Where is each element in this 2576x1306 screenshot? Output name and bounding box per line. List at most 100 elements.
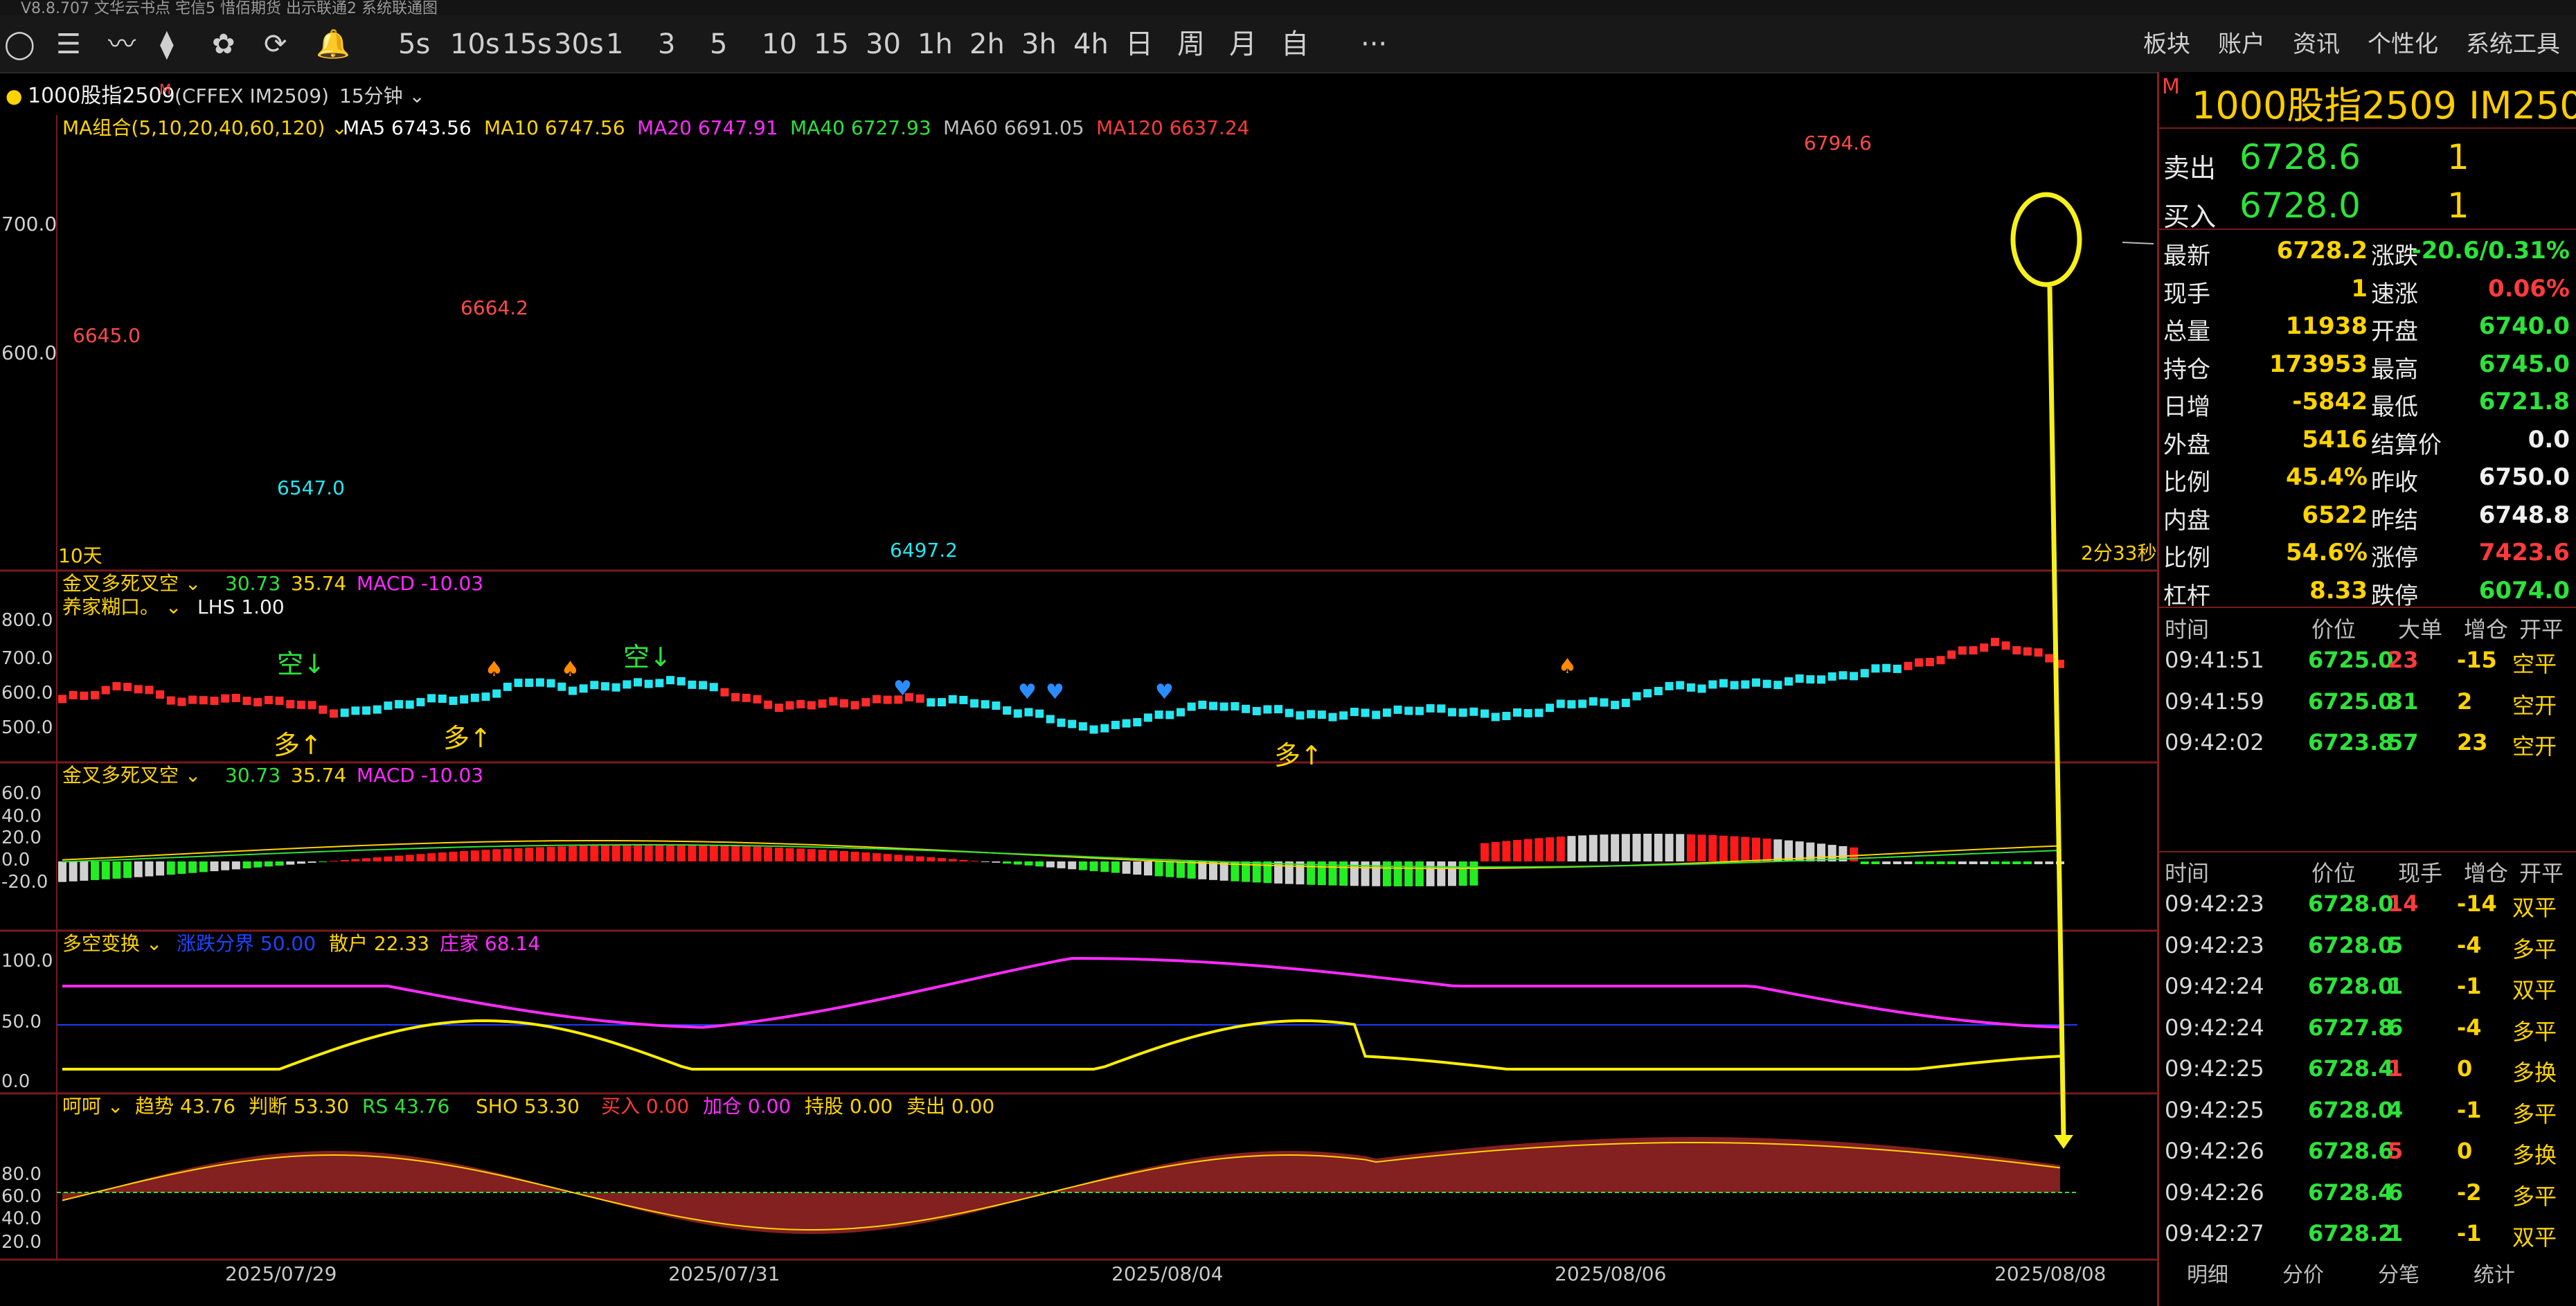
period-button-10[interactable]: 1h bbox=[918, 28, 953, 61]
p2-block bbox=[1154, 710, 1163, 719]
menu-item-4[interactable]: 系统工具 bbox=[2466, 28, 2560, 61]
macd-bar bbox=[1068, 861, 1077, 870]
toolbar-icon-5[interactable]: ⟳ bbox=[264, 28, 287, 61]
period-button-16[interactable]: 月 bbox=[1229, 28, 1257, 61]
quote-name: 1000股指2509 IM2509 bbox=[2179, 84, 2576, 127]
toolbar-icon-4[interactable]: ✿ bbox=[212, 28, 235, 61]
macd-bar bbox=[1773, 839, 1782, 861]
p2-block bbox=[373, 705, 382, 714]
p2-block bbox=[101, 686, 110, 695]
p5-item-1: 判断 53.30 bbox=[249, 1095, 349, 1118]
p2-block bbox=[829, 697, 838, 706]
period-button-12[interactable]: 3h bbox=[1021, 28, 1057, 61]
macd-bar bbox=[134, 861, 143, 877]
stat-value-1: 1 bbox=[2351, 274, 2368, 303]
p2-block bbox=[1393, 705, 1402, 714]
macd-bar bbox=[655, 845, 664, 861]
p2-block bbox=[514, 679, 523, 688]
toolbar-icon-1[interactable]: ☰ bbox=[56, 28, 81, 61]
tick-cell-1-1: 6728.0 bbox=[2308, 931, 2394, 958]
toolbar-icon-3[interactable]: ⧫ bbox=[160, 28, 174, 61]
chart-area[interactable]: ● 1000股指2509 M (CFFEX IM2509) 15分钟 ⌄ MA组合(5,1… bbox=[0, 72, 2157, 1306]
quote-tab-3[interactable]: 统计 bbox=[2474, 1263, 2515, 1287]
p5-item-6: 持股 0.00 bbox=[805, 1095, 893, 1118]
p2-block bbox=[123, 683, 132, 692]
p2-block bbox=[1589, 697, 1598, 706]
p2-block bbox=[2034, 648, 2043, 657]
p2-block bbox=[785, 701, 794, 710]
stat-label-2: 总量 bbox=[2163, 318, 2210, 346]
menu-item-3[interactable]: 个性化 bbox=[2368, 28, 2438, 61]
p3-ytick-1: 40.0 bbox=[1, 806, 42, 827]
period-button-2[interactable]: 15s bbox=[502, 28, 552, 61]
p2-block bbox=[1458, 708, 1467, 717]
period-button-17[interactable]: 自 bbox=[1281, 28, 1309, 61]
period-button-0[interactable]: 5s bbox=[398, 28, 430, 61]
macd-bar bbox=[785, 848, 794, 861]
divider-2 bbox=[2159, 607, 2576, 608]
macd-bar bbox=[340, 859, 349, 861]
tick-cell-0-1: 6728.0 bbox=[2308, 891, 2394, 917]
macd-bar bbox=[677, 845, 686, 861]
p2-block bbox=[1372, 710, 1381, 719]
p2-signal-short-2: 空↓ bbox=[623, 642, 672, 672]
ma-value-4: MA60 6691.05 bbox=[943, 116, 1084, 139]
macd-bar bbox=[1057, 861, 1066, 868]
big-trade-cell-2-2: 57 bbox=[2388, 729, 2419, 755]
tick-cell-2-2: 1 bbox=[2388, 973, 2404, 999]
tick-cell-2-4: 双平 bbox=[2512, 977, 2557, 1003]
toolbar-icon-6[interactable]: 🔔 bbox=[316, 28, 350, 61]
period-button-1[interactable]: 10s bbox=[450, 28, 500, 61]
stat-label2-7: 昨结 bbox=[2371, 506, 2418, 535]
p2-block bbox=[58, 695, 66, 704]
period-button-13[interactable]: 4h bbox=[1073, 28, 1109, 61]
quote-tab-1[interactable]: 分价 bbox=[2282, 1263, 2324, 1287]
big-trade-cell-2-4: 空开 bbox=[2512, 733, 2557, 760]
period-button-15[interactable]: 周 bbox=[1177, 28, 1205, 61]
p5-item-0: 趋势 43.76 bbox=[135, 1095, 235, 1118]
stat-value2-7: 6748.8 bbox=[2478, 501, 2570, 529]
menu-item-0[interactable]: 板块 bbox=[2143, 28, 2190, 61]
toolbar-icon-0[interactable]: ◯ bbox=[4, 28, 35, 61]
tick-cell-1-2: 5 bbox=[2388, 931, 2404, 958]
price-label-high-1: 6645.0 bbox=[73, 324, 141, 347]
quote-tab-2[interactable]: 分笔 bbox=[2378, 1263, 2420, 1287]
p2-block bbox=[1915, 658, 1924, 667]
p2-block bbox=[1795, 674, 1804, 683]
p2-block bbox=[1382, 708, 1391, 717]
toolbar-icon-2[interactable]: 〰 bbox=[108, 28, 136, 61]
tick-row-4: 09:42:25 6728.4 1 0 多换 bbox=[2159, 1050, 2576, 1089]
p2-block bbox=[742, 693, 751, 702]
p2-block bbox=[1893, 664, 1902, 673]
period-button-9[interactable]: 30 bbox=[866, 28, 901, 61]
menu-item-2[interactable]: 资讯 bbox=[2293, 28, 2340, 61]
period-button-8[interactable]: 15 bbox=[814, 28, 849, 61]
macd-bar bbox=[774, 847, 783, 861]
quote-tab-0[interactable]: 明细 bbox=[2187, 1263, 2228, 1287]
last-price-marker bbox=[2122, 242, 2154, 244]
p2-block bbox=[1274, 705, 1283, 714]
macd-bar bbox=[1133, 861, 1142, 875]
macd-bar bbox=[1708, 835, 1717, 861]
macd-bar bbox=[242, 861, 251, 869]
p2-block bbox=[503, 682, 512, 691]
stat-value-0: 6728.2 bbox=[2276, 237, 2368, 265]
period-button-5[interactable]: 3 bbox=[658, 28, 675, 61]
menu-item-1[interactable]: 账户 bbox=[2218, 28, 2265, 61]
period-button-7[interactable]: 10 bbox=[762, 28, 797, 61]
more-button[interactable]: ··· bbox=[1361, 28, 1387, 61]
stat-label2-4: 最低 bbox=[2371, 393, 2418, 421]
p2-block bbox=[1611, 701, 1620, 710]
period-button-11[interactable]: 2h bbox=[969, 28, 1005, 61]
p2-block bbox=[546, 679, 555, 688]
kline-chart[interactable]: ● 1000股指2509M (CFFEX IM2509) 15分钟 ⌄ MA组合(5,1… bbox=[0, 72, 2157, 1306]
macd-bar bbox=[904, 855, 913, 861]
p2-marker-6: ♥ bbox=[1155, 680, 1174, 704]
period-button-4[interactable]: 1 bbox=[606, 28, 623, 61]
period-button-3[interactable]: 30s bbox=[554, 28, 604, 61]
period-button-14[interactable]: 日 bbox=[1125, 28, 1153, 61]
stat-value2-9: 6074.0 bbox=[2478, 576, 2570, 605]
tick-cell-6-4: 多换 bbox=[2512, 1142, 2557, 1168]
x-axis-label-3: 2025/08/06 bbox=[1555, 1262, 1666, 1285]
period-button-6[interactable]: 5 bbox=[710, 28, 727, 61]
